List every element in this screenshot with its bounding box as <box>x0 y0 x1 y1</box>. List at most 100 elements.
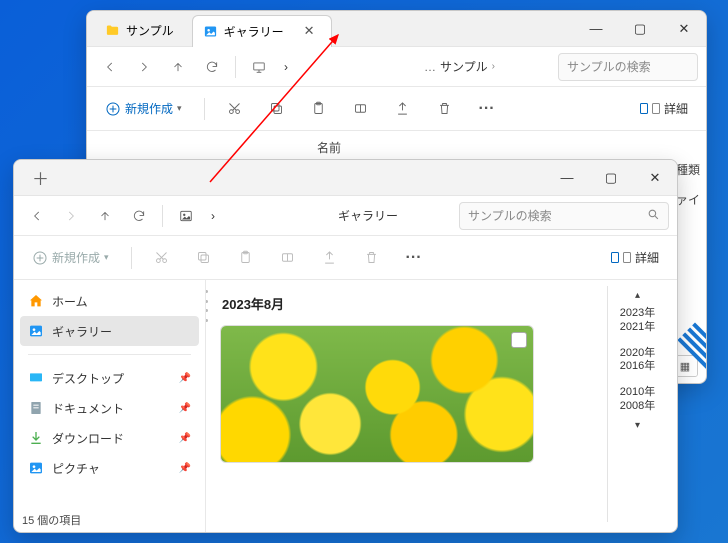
chevron-down-icon: ▾ <box>177 103 182 114</box>
cut-button <box>146 242 178 274</box>
forward-button[interactable] <box>129 52 159 82</box>
refresh-button[interactable] <box>197 52 227 82</box>
refresh-button[interactable] <box>124 201 154 231</box>
new-tab-button[interactable]: ＋ <box>32 165 49 190</box>
timeline-range[interactable]: 2023年2021年 <box>620 307 655 335</box>
delete-button <box>356 242 388 274</box>
more-button[interactable]: ··· <box>471 93 503 125</box>
column-type[interactable]: 種類 <box>676 161 700 178</box>
tab-label: ギャラリー <box>224 23 284 40</box>
timeline-range[interactable]: 2020年2016年 <box>620 347 655 375</box>
share-button[interactable] <box>387 93 419 125</box>
chevron-right-icon: › <box>492 61 495 72</box>
window-controls: — ▢ ✕ <box>574 11 706 47</box>
explorer-window-front: ＋ — ▢ ✕ › ギャラリー サンプルの検索 新規作成 ▾ <box>13 159 678 533</box>
folder-icon <box>105 23 120 38</box>
cut-button[interactable] <box>219 93 251 125</box>
sidebar-item-home[interactable]: ホーム <box>14 286 205 316</box>
pictures-icon <box>28 460 44 476</box>
downloads-icon <box>28 430 44 446</box>
search-placeholder: サンプルの検索 <box>468 207 552 224</box>
tab-gallery[interactable]: ギャラリー ✕ <box>192 15 332 47</box>
commandbar: 新規作成 ▾ ··· 詳細 <box>87 87 706 131</box>
copy-button[interactable] <box>261 93 293 125</box>
sidebar-item-label: ギャラリー <box>52 323 112 340</box>
rename-button <box>272 242 304 274</box>
gallery-thumbnail[interactable] <box>220 325 534 463</box>
timeline-range[interactable]: 2010年2008年 <box>620 386 655 414</box>
breadcrumb[interactable]: ギャラリー <box>332 207 455 224</box>
new-button[interactable]: 新規作成 ▾ <box>97 96 190 121</box>
gallery-main: 2023年8月 ▴ 2023年2021年 2020年2016年 2010年200… <box>206 280 677 532</box>
splitter-grip[interactable] <box>206 290 210 322</box>
details-pane-button[interactable]: 詳細 <box>603 245 667 270</box>
scroll-up-icon[interactable]: ▴ <box>635 290 640 301</box>
more-button[interactable]: ··· <box>398 242 430 274</box>
gallery-icon <box>171 201 201 231</box>
pin-icon[interactable]: 📌 <box>179 373 191 384</box>
details-pane-button[interactable]: 詳細 <box>632 96 696 121</box>
sidebar-item-pictures[interactable]: ピクチャ 📌 <box>14 453 205 483</box>
back-button[interactable] <box>95 52 125 82</box>
search-input[interactable]: サンプルの検索 <box>558 53 698 81</box>
new-label: 新規作成 <box>125 100 173 117</box>
minimize-button[interactable]: — <box>574 11 618 47</box>
copy-button <box>188 242 220 274</box>
share-button <box>314 242 346 274</box>
divider <box>162 205 163 227</box>
paste-button[interactable] <box>303 93 335 125</box>
maximize-button[interactable]: ▢ <box>589 160 633 196</box>
sidebar-item-label: ホーム <box>52 293 88 310</box>
sidebar-item-label: ドキュメント <box>52 400 124 417</box>
divider <box>204 98 205 120</box>
close-button[interactable]: ✕ <box>633 160 677 196</box>
status-bar: 15 個の項目 <box>16 510 87 530</box>
pin-icon[interactable]: 📌 <box>179 403 191 414</box>
tab-sample[interactable]: サンプル <box>95 15 184 47</box>
delete-button[interactable] <box>429 93 461 125</box>
column-name[interactable]: 名前 <box>317 139 341 156</box>
sidebar-item-downloads[interactable]: ダウンロード 📌 <box>14 423 205 453</box>
minimize-button[interactable]: — <box>545 160 589 196</box>
search-icon <box>647 208 660 224</box>
close-tab-icon[interactable]: ✕ <box>298 21 321 41</box>
addressbar: › ギャラリー サンプルの検索 <box>14 196 677 236</box>
forward-button[interactable] <box>56 201 86 231</box>
sidebar-item-label: デスクトップ <box>52 370 124 387</box>
divider <box>235 56 236 78</box>
detail-icon <box>611 252 619 263</box>
up-button[interactable] <box>90 201 120 231</box>
pin-icon[interactable]: 📌 <box>179 463 191 474</box>
sidebar-item-gallery[interactable]: ギャラリー <box>20 316 199 346</box>
group-header: 2023年8月 <box>222 294 663 313</box>
checkbox[interactable] <box>511 332 527 348</box>
gallery-icon <box>28 323 44 339</box>
chevron-down-icon: ▾ <box>104 252 109 263</box>
tab-label: サンプル <box>126 22 174 39</box>
close-button[interactable]: ✕ <box>662 11 706 47</box>
path-segment[interactable]: サンプル <box>440 58 488 75</box>
breadcrumb[interactable]: … サンプル › <box>418 58 554 75</box>
search-input[interactable]: サンプルの検索 <box>459 202 669 230</box>
back-button[interactable] <box>22 201 52 231</box>
sidebar-item-desktop[interactable]: デスクトップ 📌 <box>14 363 205 393</box>
commandbar: 新規作成 ▾ ··· 詳細 <box>14 236 677 280</box>
divider <box>131 247 132 269</box>
content-area: ホーム ギャラリー デスクトップ 📌 ドキュメント 📌 ダウンロード 📌 <box>14 280 677 532</box>
addressbar: › … サンプル › サンプルの検索 <box>87 47 706 87</box>
rename-button[interactable] <box>345 93 377 125</box>
sidebar: ホーム ギャラリー デスクトップ 📌 ドキュメント 📌 ダウンロード 📌 <box>14 280 206 532</box>
monitor-icon[interactable] <box>244 52 274 82</box>
up-button[interactable] <box>163 52 193 82</box>
pin-icon[interactable]: 📌 <box>179 433 191 444</box>
titlebar: ＋ — ▢ ✕ <box>14 160 677 196</box>
timeline-scrubber[interactable]: ▴ 2023年2021年 2020年2016年 2010年2008年 ▾ <box>607 286 667 522</box>
chevron-right-icon: › <box>205 209 328 223</box>
path-segment[interactable]: ギャラリー <box>338 207 398 224</box>
maximize-button[interactable]: ▢ <box>618 11 662 47</box>
scroll-down-icon[interactable]: ▾ <box>635 420 640 431</box>
paste-button <box>230 242 262 274</box>
sidebar-item-label: ピクチャ <box>52 460 100 477</box>
more-icon[interactable]: … <box>424 60 436 74</box>
sidebar-item-documents[interactable]: ドキュメント 📌 <box>14 393 205 423</box>
